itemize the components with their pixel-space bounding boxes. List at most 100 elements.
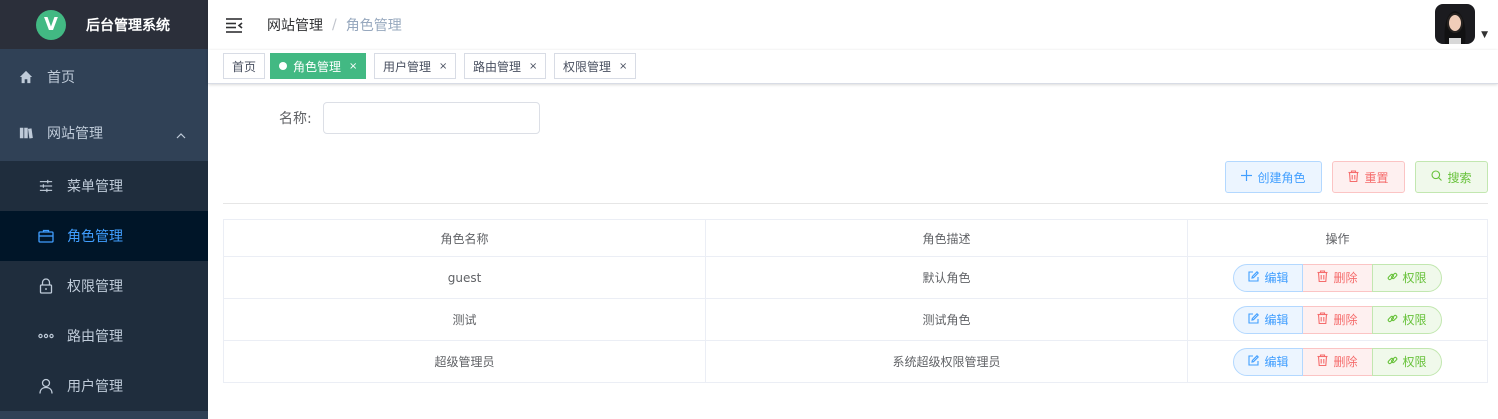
search-icon bbox=[1431, 170, 1443, 184]
caret-down-icon: ▼ bbox=[1481, 30, 1488, 40]
user-icon bbox=[38, 378, 54, 394]
delete-button[interactable]: 删除 bbox=[1303, 263, 1372, 292]
button-label: 删除 bbox=[1333, 313, 1358, 327]
breadcrumb-item-website[interactable]: 网站管理 bbox=[267, 15, 323, 35]
permission-button[interactable]: 权限 bbox=[1371, 347, 1442, 376]
breadcrumb-separator: / bbox=[332, 17, 337, 33]
tag-label: 角色管理 bbox=[293, 59, 342, 74]
table-row: guest 默认角色 编辑 删除 权限 bbox=[224, 257, 1487, 299]
tag-home[interactable]: 首页 bbox=[223, 53, 266, 79]
cell-role-desc: 系统超级权限管理员 bbox=[706, 341, 1188, 382]
home-icon bbox=[18, 69, 34, 85]
breadcrumb: 网站管理 / 角色管理 bbox=[267, 15, 402, 35]
edit-button[interactable]: 编辑 bbox=[1233, 347, 1304, 376]
sidebar-item-role[interactable]: 角色管理 bbox=[0, 211, 208, 261]
sidebar-item-route[interactable]: 路由管理 bbox=[0, 311, 208, 361]
hamburger-icon[interactable] bbox=[225, 16, 243, 34]
reset-button[interactable]: 重置 bbox=[1332, 161, 1405, 193]
user-menu[interactable]: ▼ bbox=[1435, 4, 1488, 44]
permission-button[interactable]: 权限 bbox=[1371, 263, 1442, 292]
logo-icon: V bbox=[36, 9, 66, 40]
sidebar-logo[interactable]: V 后台管理系统 bbox=[0, 0, 208, 49]
link-icon bbox=[1387, 313, 1398, 327]
tag-label: 路由管理 bbox=[473, 59, 522, 74]
tag-permission[interactable]: 权限管理 × bbox=[554, 53, 637, 79]
column-header-name: 角色名称 bbox=[224, 220, 706, 256]
column-header-actions: 操作 bbox=[1325, 231, 1350, 246]
sidebar: V 后台管理系统 首页 网站管理 菜单管理 角色管理 权限管理 路由管理 用户管… bbox=[0, 0, 208, 419]
sidebar-item-label: 用户管理 bbox=[67, 379, 123, 395]
action-button-group: 编辑 删除 权限 bbox=[1233, 263, 1442, 292]
book-icon bbox=[18, 125, 34, 141]
sidebar-item-website[interactable]: 网站管理 bbox=[0, 105, 208, 161]
close-icon[interactable]: × bbox=[439, 61, 447, 72]
button-label: 权限 bbox=[1402, 355, 1427, 369]
edit-button[interactable]: 编辑 bbox=[1233, 305, 1304, 334]
trash-icon bbox=[1317, 312, 1328, 327]
sidebar-item-label: 菜单管理 bbox=[67, 179, 123, 195]
table-row: 超级管理员 系统超级权限管理员 编辑 删除 权限 bbox=[224, 341, 1487, 383]
button-label: 删除 bbox=[1333, 355, 1358, 369]
button-label: 搜索 bbox=[1447, 170, 1472, 185]
divider bbox=[223, 203, 1488, 204]
sidebar-item-label: 路由管理 bbox=[67, 329, 123, 345]
cell-role-desc: 测试角色 bbox=[706, 299, 1188, 340]
name-label: 名称: bbox=[279, 111, 312, 127]
button-label: 编辑 bbox=[1264, 271, 1289, 285]
search-button[interactable]: 搜索 bbox=[1415, 161, 1488, 193]
sidebar-item-label: 角色管理 bbox=[67, 229, 123, 245]
close-icon[interactable]: × bbox=[529, 61, 537, 72]
tag-label: 首页 bbox=[232, 59, 257, 74]
button-label: 编辑 bbox=[1264, 355, 1289, 369]
tag-label: 用户管理 bbox=[383, 59, 432, 74]
breadcrumb-item-role: 角色管理 bbox=[345, 18, 402, 34]
plus-icon bbox=[1241, 170, 1253, 184]
more-dots-icon bbox=[38, 328, 54, 344]
delete-button[interactable]: 删除 bbox=[1303, 305, 1372, 334]
permission-button[interactable]: 权限 bbox=[1371, 305, 1442, 334]
sidebar-item-home[interactable]: 首页 bbox=[0, 49, 208, 105]
active-dot-icon bbox=[279, 62, 287, 70]
sidebar-item-label: 网站管理 bbox=[47, 126, 103, 142]
link-icon bbox=[1387, 271, 1398, 285]
edit-icon bbox=[1248, 354, 1260, 369]
lock-icon bbox=[38, 278, 54, 294]
avatar[interactable] bbox=[1435, 4, 1476, 44]
table-header-row: 角色名称 角色描述 操作 bbox=[224, 220, 1487, 257]
name-input[interactable] bbox=[323, 102, 540, 134]
column-header-desc: 角色描述 bbox=[706, 220, 1188, 256]
sidebar-item-menu[interactable]: 菜单管理 bbox=[0, 161, 208, 211]
cell-role-desc: 默认角色 bbox=[706, 257, 1188, 298]
tag-label: 权限管理 bbox=[563, 59, 612, 74]
chevron-up-icon bbox=[176, 127, 186, 143]
edit-button[interactable]: 编辑 bbox=[1233, 263, 1304, 292]
sliders-icon bbox=[38, 178, 54, 194]
action-button-group: 编辑 删除 权限 bbox=[1233, 305, 1442, 334]
cell-actions: 编辑 删除 权限 bbox=[1188, 299, 1487, 340]
create-role-button[interactable]: 创建角色 bbox=[1225, 161, 1322, 193]
trash-icon bbox=[1317, 270, 1328, 285]
roles-table: 角色名称 角色描述 操作 guest 默认角色 编辑 删除 权限 测试 测试角色… bbox=[223, 219, 1488, 383]
tags-view: 首页 角色管理 × 用户管理 × 路由管理 × 权限管理 × bbox=[208, 50, 1498, 84]
sidebar-item-user[interactable]: 用户管理 bbox=[0, 361, 208, 411]
app-title: 后台管理系统 bbox=[86, 17, 170, 34]
trash-icon bbox=[1317, 354, 1328, 369]
tag-user[interactable]: 用户管理 × bbox=[374, 53, 457, 79]
button-label: 权限 bbox=[1402, 313, 1427, 327]
trash-icon bbox=[1348, 169, 1359, 185]
cell-role-name: 测试 bbox=[224, 299, 706, 340]
tag-role[interactable]: 角色管理 × bbox=[270, 53, 367, 79]
button-label: 创建角色 bbox=[1257, 170, 1306, 185]
link-icon bbox=[1387, 355, 1398, 369]
table-row: 测试 测试角色 编辑 删除 权限 bbox=[224, 299, 1487, 341]
cell-actions: 编辑 删除 权限 bbox=[1188, 257, 1487, 298]
button-label: 编辑 bbox=[1264, 313, 1289, 327]
close-icon[interactable]: × bbox=[349, 61, 357, 72]
sidebar-item-permission[interactable]: 权限管理 bbox=[0, 261, 208, 311]
action-button-group: 编辑 删除 权限 bbox=[1233, 347, 1442, 376]
delete-button[interactable]: 删除 bbox=[1303, 347, 1372, 376]
button-label: 权限 bbox=[1402, 271, 1427, 285]
close-icon[interactable]: × bbox=[619, 61, 627, 72]
sidebar-item-label: 权限管理 bbox=[67, 279, 123, 295]
tag-route[interactable]: 路由管理 × bbox=[464, 53, 547, 79]
